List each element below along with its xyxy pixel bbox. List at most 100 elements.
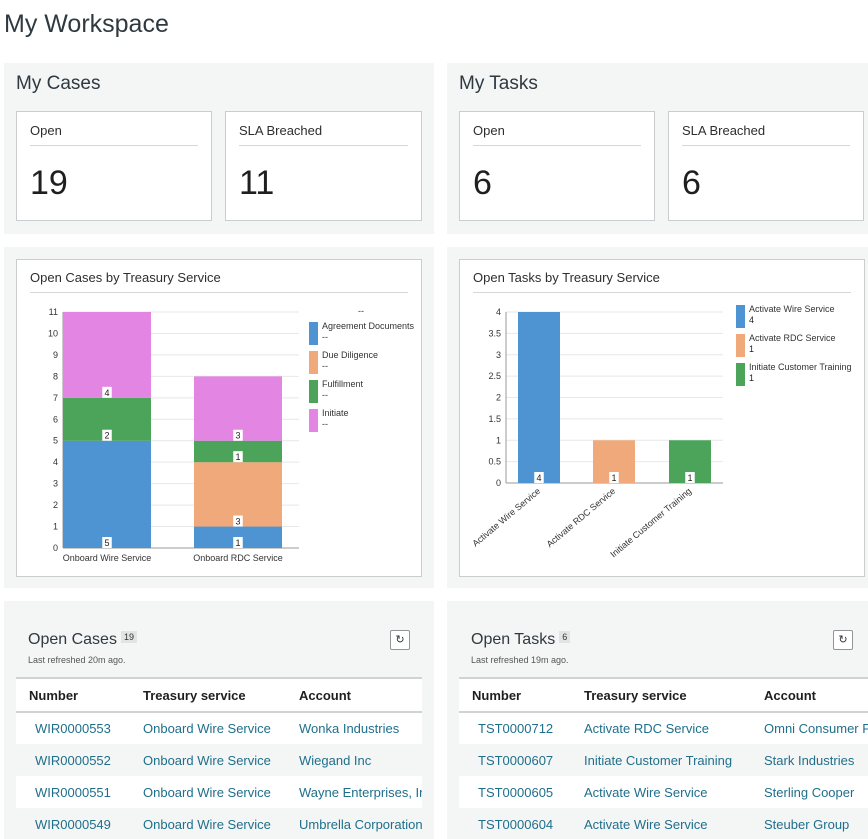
- y-tick-label: 4: [53, 457, 58, 467]
- open-cases-refresh-button[interactable]: ↻: [390, 630, 410, 650]
- treasury-service-link[interactable]: Onboard Wire Service: [130, 712, 286, 744]
- cases-sla-breached-value: 11: [239, 164, 275, 202]
- case-number-link[interactable]: WIR0000552: [16, 744, 130, 776]
- open-tasks-title: Open Tasks 6: [471, 631, 571, 649]
- treasury-service-link[interactable]: Activate Wire Service: [571, 776, 751, 808]
- treasury-service-link[interactable]: Onboard Wire Service: [130, 776, 286, 808]
- bar-segment: [63, 312, 151, 398]
- open-cases-title: Open Cases 19: [28, 631, 137, 649]
- y-tick-label: 2.5: [488, 371, 501, 381]
- y-tick-label: 11: [49, 307, 58, 317]
- open-cases-panel: Open Cases 19 Last refreshed 20m ago. ↻ N…: [4, 601, 434, 839]
- tasks-by-service-chart: 00.511.522.533.544Activate Wire Service1…: [470, 304, 851, 559]
- treasury-service-link[interactable]: Onboard Wire Service: [130, 808, 286, 839]
- column-header-account[interactable]: Account: [286, 677, 422, 713]
- data-label: 4: [104, 388, 109, 398]
- account-link[interactable]: Wayne Enterprises, Inc.: [286, 776, 422, 808]
- refresh-icon: ↻: [838, 634, 848, 646]
- table-row: TST0000604 Activate Wire Service Steuber…: [459, 808, 868, 839]
- y-tick-label: 0: [496, 478, 501, 488]
- column-header-treasury-service[interactable]: Treasury service: [571, 677, 751, 713]
- y-tick-label: 8: [53, 371, 58, 381]
- open-tasks-refresh-button[interactable]: ↻: [833, 630, 853, 650]
- table-row: WIR0000551 Onboard Wire Service Wayne En…: [16, 776, 422, 808]
- legend-value: --: [322, 332, 328, 342]
- task-number-link[interactable]: TST0000604: [459, 808, 571, 839]
- cases-chart-card: Open Cases by Treasury Service 012345678…: [16, 259, 422, 577]
- legend-value: --: [322, 390, 328, 400]
- table-row: WIR0000553 Onboard Wire Service Wonka In…: [16, 712, 422, 744]
- treasury-service-link[interactable]: Initiate Customer Training: [571, 744, 751, 776]
- data-label: 3: [235, 517, 240, 527]
- open-tasks-count-badge: 6: [559, 631, 571, 643]
- tasks-sla-breached-card[interactable]: SLA Breached 6: [668, 111, 864, 221]
- tasks-open-label: Open: [473, 123, 505, 138]
- data-label: 1: [235, 538, 240, 548]
- case-number-link[interactable]: WIR0000551: [16, 776, 130, 808]
- legend-swatch: [309, 322, 318, 345]
- task-number-link[interactable]: TST0000712: [459, 712, 571, 744]
- table-row: WIR0000549 Onboard Wire Service Umbrella…: [16, 808, 422, 839]
- cases-by-service-chart: 0 1 2 3 4 5 6 7 8 9 10 11 5 2 4 Onboard Wire Service 1 3 1…: [48, 306, 415, 563]
- legend-label: Due Diligence: [322, 350, 378, 360]
- treasury-service-link[interactable]: Activate Wire Service: [571, 808, 751, 839]
- legend-value: --: [322, 419, 328, 429]
- column-header-account[interactable]: Account: [751, 677, 868, 713]
- data-label: 2: [104, 431, 109, 441]
- column-header-number[interactable]: Number: [459, 677, 571, 713]
- account-link[interactable]: Omni Consumer Products: [751, 712, 868, 744]
- data-label: 3: [235, 431, 240, 441]
- data-label: 1: [611, 473, 616, 483]
- task-number-link[interactable]: TST0000605: [459, 776, 571, 808]
- treasury-service-link[interactable]: Onboard Wire Service: [130, 744, 286, 776]
- y-tick-label: 2: [496, 393, 501, 403]
- case-number-link[interactable]: WIR0000549: [16, 808, 130, 839]
- table-row: WIR0000552 Onboard Wire Service Wiegand …: [16, 744, 422, 776]
- legend-swatch: [736, 334, 745, 357]
- x-tick-label: Activate Wire Service: [470, 486, 542, 549]
- cases-open-value: 19: [30, 164, 68, 202]
- account-link[interactable]: Stark Industries: [751, 744, 868, 776]
- cases-chart-panel: Open Cases by Treasury Service 012345678…: [4, 247, 434, 588]
- x-tick-label: Activate RDC Service: [545, 486, 618, 549]
- y-tick-label: 2: [53, 500, 58, 510]
- y-tick-label: 1.5: [488, 414, 501, 424]
- account-link[interactable]: Wonka Industries: [286, 712, 422, 744]
- open-tasks-panel: Open Tasks 6 Last refreshed 19m ago. ↻ Nu…: [447, 601, 868, 839]
- account-link[interactable]: Umbrella Corporation: [286, 808, 422, 839]
- y-tick-label: 3.5: [488, 328, 501, 338]
- tasks-open-card[interactable]: Open 6: [459, 111, 655, 221]
- tasks-sla-breached-label: SLA Breached: [682, 123, 766, 138]
- task-number-link[interactable]: TST0000607: [459, 744, 571, 776]
- table-row: TST0000607 Initiate Customer Training St…: [459, 744, 868, 776]
- tasks-chart-panel: Open Tasks by Treasury Service 0 0.5 1 1.5 2…: [447, 247, 868, 588]
- account-link[interactable]: Steuber Group: [751, 808, 868, 839]
- column-header-number[interactable]: Number: [16, 677, 130, 713]
- table-row: TST0000712 Activate RDC Service Omni Con…: [459, 712, 868, 744]
- case-number-link[interactable]: WIR0000553: [16, 712, 130, 744]
- column-header-treasury-service[interactable]: Treasury service: [130, 677, 286, 713]
- legend-value: 4: [749, 315, 754, 325]
- cases-sla-breached-label: SLA Breached: [239, 123, 323, 138]
- my-tasks-panel: My Tasks Open 6 SLA Breached 6: [447, 63, 868, 234]
- cases-sla-breached-card[interactable]: SLA Breached 11: [225, 111, 422, 221]
- treasury-service-link[interactable]: Activate RDC Service: [571, 712, 751, 744]
- legend-swatch: [309, 351, 318, 374]
- cases-open-card[interactable]: Open 19: [16, 111, 212, 221]
- legend-swatch: [309, 380, 318, 403]
- my-cases-panel: My Cases Open 19 SLA Breached 11: [4, 63, 434, 234]
- y-tick-label: 0: [53, 543, 58, 553]
- legend-swatch: [309, 409, 318, 432]
- y-tick-label: 5: [53, 436, 58, 446]
- account-link[interactable]: Sterling Cooper: [751, 776, 868, 808]
- y-tick-label: 1: [496, 435, 501, 445]
- table-header-row: Number Treasury service Account: [459, 677, 868, 713]
- account-link[interactable]: Wiegand Inc: [286, 744, 422, 776]
- legend-value: 1: [749, 344, 754, 354]
- data-label: 5: [104, 538, 109, 548]
- x-tick-label: Onboard RDC Service: [193, 553, 283, 563]
- y-tick-label: 0.5: [488, 457, 501, 467]
- open-tasks-refreshed: Last refreshed 19m ago.: [471, 655, 569, 665]
- cases-open-label: Open: [30, 123, 62, 138]
- legend-label: Initiate: [322, 408, 349, 418]
